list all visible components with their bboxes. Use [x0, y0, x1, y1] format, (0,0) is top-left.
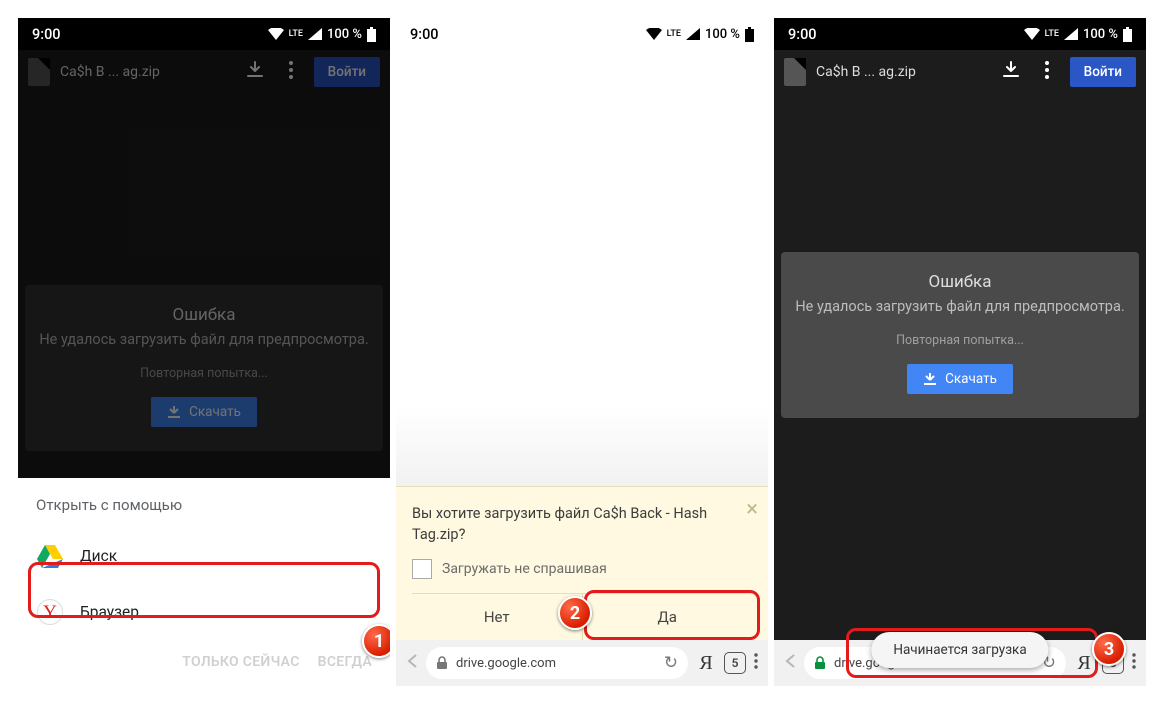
more-icon[interactable]: [1132, 653, 1136, 673]
step-badge-3: 3: [1092, 632, 1126, 666]
yandex-app-icon: Y: [36, 598, 64, 626]
login-button[interactable]: Войти: [1070, 57, 1136, 87]
lock-icon: [814, 656, 828, 670]
lock-icon: [436, 656, 450, 670]
download-button[interactable]: Скачать: [907, 364, 1013, 394]
tabs-button[interactable]: 5: [724, 652, 746, 674]
error-card: Ошибка Не удалось загрузить файл для пре…: [781, 252, 1139, 418]
yandex-icon[interactable]: Я: [696, 652, 716, 675]
battery-pct: 100 %: [327, 27, 362, 42]
step-badge-1: 1: [362, 624, 390, 658]
sheet-actions: ТОЛЬКО СЕЙЧАС ВСЕГДА: [18, 640, 390, 674]
clock: 9:00: [32, 26, 61, 43]
error-title: Ошибка: [35, 305, 373, 325]
signal-icon: [308, 28, 322, 40]
lte-label: LTE: [1045, 30, 1059, 39]
download-arrow-icon: [167, 405, 181, 419]
yandex-icon[interactable]: Я: [1074, 652, 1094, 675]
retry-label[interactable]: Повторная попытка...: [35, 366, 373, 381]
more-icon[interactable]: [754, 653, 758, 673]
status-icons: LTE 100 %: [1024, 27, 1132, 42]
open-with-sheet: Открыть с помощью Диск Y Браузер ТОЛЬКО …: [18, 478, 390, 686]
download-button-label: Скачать: [945, 371, 997, 387]
close-icon[interactable]: ×: [746, 497, 758, 522]
wifi-icon: [646, 28, 662, 40]
clock: 9:00: [788, 26, 817, 43]
download-button[interactable]: Скачать: [151, 397, 257, 427]
file-icon: [28, 58, 50, 86]
download-toast: Начинается загрузка: [871, 632, 1048, 668]
battery-icon: [745, 27, 754, 42]
download-arrow-icon: [923, 372, 937, 386]
yes-button[interactable]: Да: [582, 594, 753, 640]
url-text: drive.google.com: [456, 656, 556, 671]
wifi-icon: [268, 28, 284, 40]
reload-icon[interactable]: ↻: [664, 653, 678, 673]
address-bar[interactable]: drive.google.com ↻: [426, 647, 688, 679]
battery-icon: [1123, 27, 1132, 42]
status-icons: LTE 100 %: [268, 27, 376, 42]
signal-icon: [686, 28, 700, 40]
more-icon[interactable]: [1034, 61, 1060, 83]
browser-body: × Вы хотите загрузить файл Ca$h Back - H…: [396, 50, 768, 686]
more-icon[interactable]: [278, 61, 304, 83]
battery-icon: [367, 27, 376, 42]
back-icon[interactable]: [784, 653, 796, 673]
retry-label[interactable]: Повторная попытка...: [791, 333, 1129, 348]
dont-ask-row[interactable]: Загружать не спрашивая: [412, 559, 752, 579]
error-title: Ошибка: [791, 272, 1129, 292]
error-card: Ошибка Не удалось загрузить файл для пре…: [25, 285, 383, 451]
sheet-item-browser[interactable]: Y Браузер: [18, 584, 390, 640]
status-icons: LTE 100 %: [646, 27, 754, 42]
dont-ask-label: Загружать не спрашивая: [442, 561, 607, 577]
phone-2: 9:00 LTE 100 % × Вы хотите загрузить фай…: [396, 18, 768, 686]
clock: 9:00: [410, 26, 439, 43]
download-icon[interactable]: [242, 61, 268, 83]
always-button[interactable]: ВСЕГДА: [318, 654, 372, 670]
login-button[interactable]: Войти: [314, 57, 380, 87]
phone-1: 9:00 LTE 100 % Ca$h B ... ag.zip: [18, 18, 390, 686]
sheet-item-label: Диск: [80, 547, 117, 565]
svg-text:Y: Y: [43, 602, 57, 623]
only-now-button[interactable]: ТОЛЬКО СЕЙЧАС: [182, 654, 299, 670]
lte-label: LTE: [289, 30, 303, 39]
back-icon[interactable]: [406, 653, 418, 673]
battery-pct: 100 %: [705, 27, 740, 42]
sheet-item-label: Браузер: [80, 603, 139, 621]
prompt-text: Вы хотите загрузить файл Ca$h Back - Has…: [412, 503, 752, 545]
download-icon[interactable]: [998, 61, 1024, 83]
drive-appbar: Ca$h B ... ag.zip Войти: [18, 50, 390, 94]
file-name: Ca$h B ... ag.zip: [60, 64, 232, 80]
no-button[interactable]: Нет: [412, 594, 582, 640]
phone-3: 9:00 LTE 100 % Ca$h B ... ag.zip Войти О…: [774, 18, 1146, 686]
sheet-title: Открыть с помощью: [18, 496, 390, 528]
sheet-item-disk[interactable]: Диск: [18, 528, 390, 584]
error-message: Не удалось загрузить файл для предпросмо…: [791, 296, 1129, 317]
status-bar: 9:00 LTE 100 %: [18, 18, 390, 50]
drive-appbar: Ca$h B ... ag.zip Войти: [774, 50, 1146, 94]
signal-icon: [1064, 28, 1078, 40]
error-message: Не удалось загрузить файл для предпросмо…: [35, 329, 373, 350]
status-bar: 9:00 LTE 100 %: [396, 18, 768, 50]
download-button-label: Скачать: [189, 404, 241, 420]
file-icon: [784, 58, 806, 86]
drive-app-icon: [36, 542, 64, 570]
drive-dark-area: Ошибка Не удалось загрузить файл для пре…: [774, 94, 1146, 686]
lte-label: LTE: [667, 30, 681, 39]
browser-bottom-bar: drive.google.com ↻ Я 5: [396, 640, 768, 686]
step-badge-2: 2: [558, 596, 592, 630]
wifi-icon: [1024, 28, 1040, 40]
battery-pct: 100 %: [1083, 27, 1118, 42]
checkbox[interactable]: [412, 559, 432, 579]
status-bar: 9:00 LTE 100 %: [774, 18, 1146, 50]
file-name: Ca$h B ... ag.zip: [816, 64, 988, 80]
